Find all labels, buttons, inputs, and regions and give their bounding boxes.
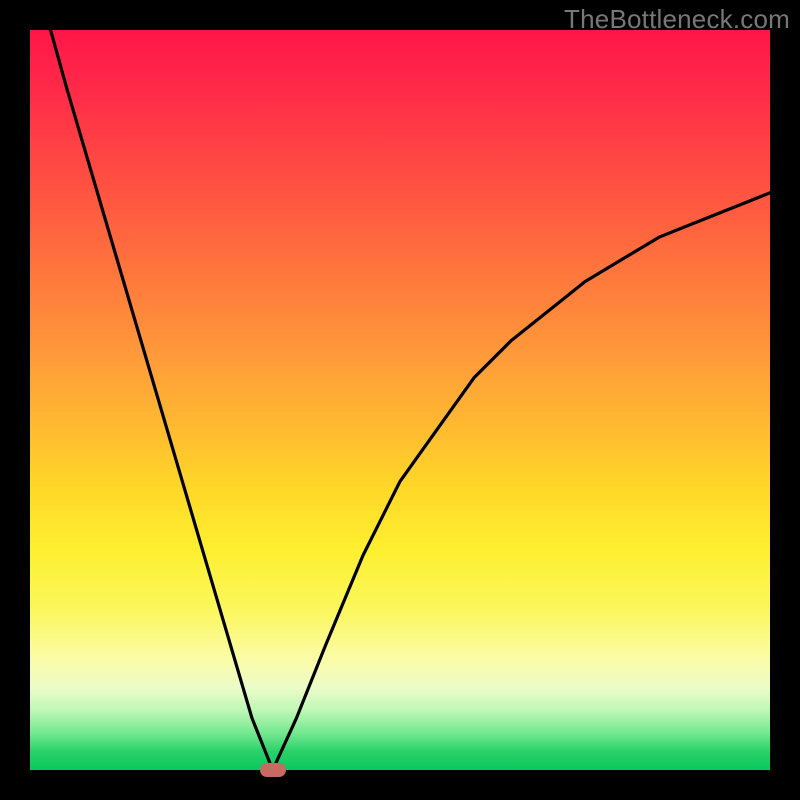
minimum-marker xyxy=(260,763,286,777)
watermark-text: TheBottleneck.com xyxy=(564,4,790,35)
curve-path xyxy=(30,30,770,770)
curve-svg xyxy=(30,30,770,770)
chart-area xyxy=(30,30,770,770)
